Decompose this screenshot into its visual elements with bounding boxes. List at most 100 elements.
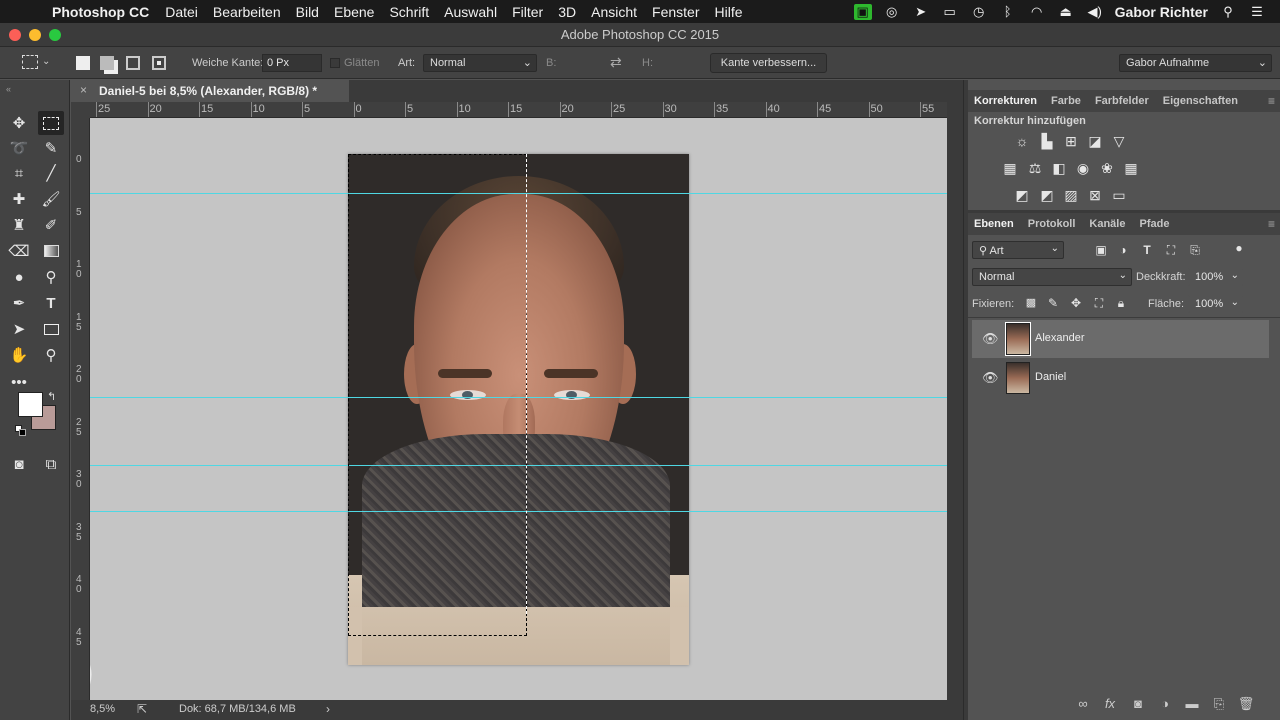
tab-kanaele[interactable]: Kanäle: [1089, 218, 1125, 230]
bluetooth-icon[interactable]: ᛒ: [999, 4, 1017, 19]
display-icon[interactable]: ▭: [941, 4, 959, 20]
rectangular-marquee-tool-icon[interactable]: [38, 111, 64, 135]
tab-pfade[interactable]: Pfade: [1139, 218, 1169, 230]
quick-selection-tool-icon[interactable]: ✎: [38, 136, 64, 160]
add-layer-mask-icon[interactable]: ◙: [1129, 696, 1147, 714]
link-layers-icon[interactable]: ∞: [1074, 696, 1092, 714]
quick-mask-icon[interactable]: ◙: [6, 452, 32, 476]
document-size-info[interactable]: Dok: 68,7 MB/134,6 MB: [179, 703, 296, 715]
lock-position-icon[interactable]: ✥: [1067, 294, 1085, 312]
swap-dimensions-icon[interactable]: ⇄: [610, 54, 622, 71]
swap-colors-icon[interactable]: ↰: [47, 390, 56, 403]
layer-row[interactable]: 👁︎ Alexander: [972, 320, 1269, 358]
time-machine-icon[interactable]: ◷: [970, 4, 988, 20]
subtract-from-selection-icon[interactable]: [126, 56, 140, 70]
panel-menu-icon[interactable]: ≡: [1268, 94, 1275, 108]
lasso-tool-icon[interactable]: ➰: [6, 136, 32, 160]
hand-tool-icon[interactable]: ✋: [6, 343, 32, 367]
visibility-eye-icon[interactable]: 👁︎: [982, 370, 999, 386]
eject-icon[interactable]: ⏏: [1057, 4, 1075, 20]
delete-layer-trash-icon[interactable]: 🗑︎: [1237, 696, 1255, 714]
tab-protokoll[interactable]: Protokoll: [1028, 218, 1076, 230]
opacity-input[interactable]: 100% ⌄: [1188, 268, 1244, 286]
layer-name[interactable]: Daniel: [1035, 371, 1066, 383]
eraser-tool-icon[interactable]: ⌫: [6, 239, 32, 263]
evernote-icon[interactable]: ▣: [853, 3, 872, 20]
horizontal-ruler[interactable]: 25 20 15 10 5 0 5 10 15 20 25 30 35 40 45 50 55: [90, 102, 947, 118]
blur-tool-icon[interactable]: ●: [6, 265, 32, 289]
menu-datei[interactable]: Datei: [165, 4, 198, 20]
feather-input[interactable]: 0 Px: [262, 54, 322, 72]
selection-marquee[interactable]: [348, 154, 527, 636]
notification-center-icon[interactable]: ☰: [1248, 4, 1266, 20]
tab-eigenschaften[interactable]: Eigenschaften: [1163, 95, 1238, 107]
brush-tool-icon[interactable]: 🖌︎: [38, 187, 64, 211]
type-tool-icon[interactable]: T: [38, 291, 64, 315]
layer-name[interactable]: Alexander: [1035, 332, 1085, 344]
intersect-selection-icon[interactable]: [152, 56, 166, 70]
layer-row[interactable]: 👁︎ Daniel: [972, 359, 1269, 397]
path-selection-tool-icon[interactable]: ➤: [6, 317, 32, 341]
filter-smart-objects-icon[interactable]: ⎘: [1186, 241, 1204, 259]
pen-tool-icon[interactable]: ✒: [6, 291, 32, 315]
brightness-contrast-icon[interactable]: ☼: [1013, 132, 1031, 150]
tab-korrekturen[interactable]: Korrekturen: [974, 95, 1037, 107]
minimize-window-button[interactable]: [29, 29, 41, 41]
collapse-arrows-icon[interactable]: «: [6, 84, 11, 94]
lock-transparent-pixels-icon[interactable]: ▩: [1022, 294, 1040, 312]
canvas-area[interactable]: [90, 118, 947, 700]
blend-mode-select[interactable]: Normal ⌄: [972, 268, 1132, 286]
new-adjustment-layer-icon[interactable]: ◑: [1156, 696, 1174, 714]
workspace-select[interactable]: Gabor Aufnahme ⌄: [1119, 54, 1272, 72]
menu-filter[interactable]: Filter: [512, 4, 543, 20]
menu-fenster[interactable]: Fenster: [652, 4, 699, 20]
photo-filter-icon[interactable]: ◉: [1074, 159, 1092, 177]
menu-ebene[interactable]: Ebene: [334, 4, 374, 20]
gradient-tool-icon[interactable]: [38, 239, 64, 263]
visibility-eye-icon[interactable]: 👁︎: [982, 331, 999, 347]
fill-input[interactable]: 100% ⌄: [1188, 295, 1244, 313]
lock-artboards-icon[interactable]: ⛶: [1090, 294, 1108, 312]
menu-3d[interactable]: 3D: [558, 4, 576, 20]
layer-filter-select[interactable]: ⚲ Art ⌄: [972, 241, 1064, 259]
tab-farbfelder[interactable]: Farbfelder: [1095, 95, 1149, 107]
curves-icon[interactable]: ⊞: [1062, 132, 1080, 150]
color-lookup-icon[interactable]: ▦: [1122, 159, 1140, 177]
close-tab-icon[interactable]: ×: [80, 83, 87, 97]
send-icon[interactable]: ➤: [912, 4, 930, 20]
menu-auswahl[interactable]: Auswahl: [444, 4, 497, 20]
volume-icon[interactable]: ◀): [1086, 4, 1104, 20]
filter-adjustment-layers-icon[interactable]: ◑: [1114, 241, 1132, 259]
refine-edge-button[interactable]: Kante verbessern...: [710, 53, 827, 73]
wifi-icon[interactable]: ◠: [1028, 4, 1046, 20]
chevron-right-icon[interactable]: ›: [326, 702, 330, 716]
new-group-folder-icon[interactable]: ▬: [1183, 696, 1201, 714]
vertical-ruler[interactable]: 0 5 10 15 20 25 30 35 40 45: [71, 118, 90, 700]
foreground-color-swatch[interactable]: [18, 392, 43, 417]
menu-bild[interactable]: Bild: [296, 4, 319, 20]
chevron-down-icon[interactable]: ⌄: [42, 56, 50, 67]
clone-stamp-tool-icon[interactable]: ♜: [6, 213, 32, 237]
add-to-selection-icon[interactable]: [100, 56, 114, 70]
zoom-window-button[interactable]: [49, 29, 61, 41]
menu-app-name[interactable]: Photoshop CC: [52, 4, 149, 20]
layer-style-fx-icon[interactable]: fx: [1101, 696, 1119, 714]
close-window-button[interactable]: [9, 29, 21, 41]
vertical-scrollbar[interactable]: [947, 102, 963, 700]
share-icon[interactable]: ⇱: [137, 702, 147, 716]
zoom-level[interactable]: 8,5%: [90, 703, 115, 715]
more-tools-icon[interactable]: •••: [6, 370, 32, 394]
eyedropper-tool-icon[interactable]: ╱: [38, 161, 64, 185]
status-icon[interactable]: ◎: [883, 4, 901, 20]
invert-icon[interactable]: ◩: [1013, 186, 1031, 204]
black-white-icon[interactable]: ◧: [1050, 159, 1068, 177]
filter-shape-layers-icon[interactable]: ⛶: [1162, 241, 1180, 259]
new-layer-icon[interactable]: ⎘: [1210, 696, 1228, 714]
threshold-icon[interactable]: ▨: [1062, 186, 1080, 204]
document-tab[interactable]: × Daniel-5 bei 8,5% (Alexander, RGB/8) *: [71, 80, 349, 102]
gradient-map-icon[interactable]: ▭: [1110, 186, 1128, 204]
posterize-icon[interactable]: ◩: [1038, 186, 1056, 204]
history-brush-tool-icon[interactable]: ✐: [38, 213, 64, 237]
filter-type-layers-icon[interactable]: T: [1138, 241, 1156, 259]
tab-ebenen[interactable]: Ebenen: [974, 218, 1014, 230]
